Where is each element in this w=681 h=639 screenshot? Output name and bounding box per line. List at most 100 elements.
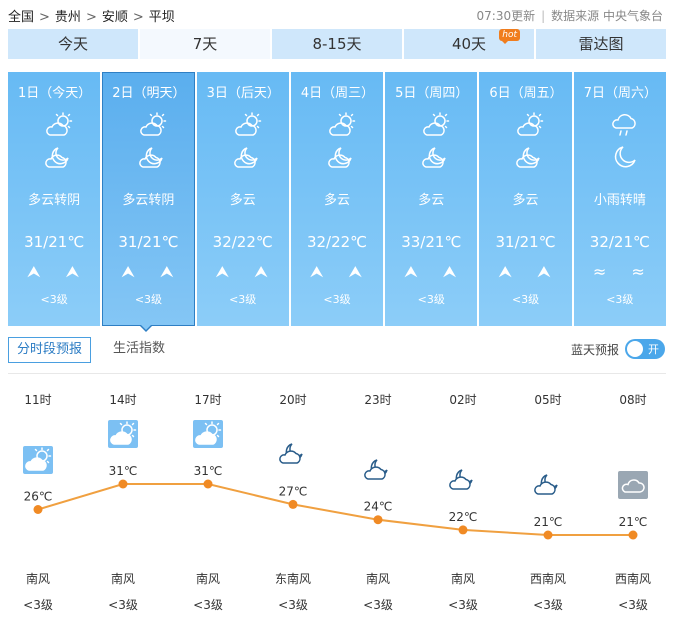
day-wind-level: <3级 <box>511 293 540 306</box>
hourly-column: 14时南风 <3级 <box>83 374 163 639</box>
breadcrumb-county: 平坝 <box>148 10 175 25</box>
day-date: 4日（周三） <box>300 86 375 101</box>
day-temperature: 32/22℃ <box>306 233 368 251</box>
hour-wind-level: <3级 <box>108 598 138 612</box>
hour-wind-direction: 南风 <box>25 572 50 586</box>
toggle-state: 开 <box>648 343 659 356</box>
breadcrumb-city[interactable]: 安顺 <box>102 10 128 25</box>
cloudy-night-icon <box>138 144 168 170</box>
detail-tabs: 分时段预报 生活指数 <box>8 337 173 363</box>
day-weather: 多云 <box>512 193 539 208</box>
tab-today[interactable]: 今天 <box>8 29 138 59</box>
cloudy-day-icon <box>515 112 545 138</box>
hourly-column: 20时 东南风 <3级 <box>253 374 333 639</box>
cloudy-day-icon <box>421 112 451 138</box>
hour-time: 14时 <box>109 393 137 407</box>
hourly-forecast: 26℃ 31℃ 31℃ 27℃ 24℃ 22℃ 21℃ 21℃ 11时 南风 <3级 14时 南风 <3… <box>0 374 681 639</box>
cloudy-night-icon <box>327 144 357 170</box>
hour-time: 11时 <box>24 393 52 407</box>
cloudy-day-icon <box>233 112 263 138</box>
hour-time: 05时 <box>534 393 562 407</box>
hourly-column: 11时南风 <3级 <box>0 374 78 639</box>
hourly-column: 02时南风 <3级 <box>423 374 503 639</box>
wind-direction-icon: ⮝ ⮝ <box>121 262 184 281</box>
hour-time: 23时 <box>364 393 392 407</box>
cloudy-day-icon <box>327 112 357 138</box>
hour-time: 08时 <box>619 393 647 407</box>
cloudy-night-icon <box>278 440 308 468</box>
day-temperature: 33/21℃ <box>401 233 462 251</box>
daily-forecast: 1日（今天） 多云转阴 31/21℃ ⮝ ⮝ <3级 2日（明天） 多云转阴 31/21℃ ⮝ … <box>8 72 666 326</box>
wind-direction-icon: ⮝ ⮝ <box>26 262 90 281</box>
day-wind-level: <3级 <box>417 293 445 306</box>
overcast-icon <box>618 471 648 499</box>
hour-wind-direction: 南风 <box>450 572 475 586</box>
wind-direction-icon: ⮝ ⮝ <box>215 262 278 281</box>
day-weather: 小雨转晴 <box>593 193 646 208</box>
wind-direction-icon: ⮝ ⮝ <box>309 262 373 281</box>
hour-time: 17时 <box>194 393 222 407</box>
tab-hourly-forecast[interactable]: 分时段预报 <box>8 337 92 363</box>
blue-sky-toggle-group: 蓝天预报 开 <box>571 338 665 360</box>
day-weather: 多云转阴 <box>28 193 81 208</box>
update-time: 07:30更新 <box>476 9 536 23</box>
day-card[interactable]: 3日（后天） 多云 32/22℃ ⮝ ⮝ <3级 <box>196 72 289 326</box>
tab-7days[interactable]: 7天 <box>140 29 270 59</box>
day-weather: 多云 <box>418 193 445 208</box>
day-temperature: 32/22℃ <box>212 233 273 251</box>
hour-wind-level: <3级 <box>278 598 308 612</box>
forecast-tabs: 今天 7天 8-15天 40天 hot 雷达图 <box>8 29 666 59</box>
hour-wind-level: <3级 <box>193 598 223 612</box>
day-card[interactable]: 1日（今天） 多云转阴 31/21℃ ⮝ ⮝ <3级 <box>8 72 101 326</box>
tab-40days[interactable]: 40天 hot <box>404 29 534 59</box>
cloudy-day-icon <box>108 420 138 448</box>
breadcrumb: 全国 > 贵州 > 安顺 > 平坝 <box>8 10 175 25</box>
day-temperature: 31/21℃ <box>24 233 85 251</box>
day-weather: 多云转阴 <box>122 193 175 208</box>
day-card[interactable]: 2日（明天） 多云转阴 31/21℃ ⮝ ⮝ <3级 <box>102 72 195 326</box>
wind-direction-icon: ⮝ ⮝ <box>404 262 467 281</box>
top-bar: 全国 > 贵州 > 安顺 > 平坝 07:30更新 | 数据来源 中央气象台 <box>0 0 681 28</box>
hour-wind-level: <3级 <box>448 598 478 612</box>
day-date: 6日（周五） <box>489 86 563 101</box>
blue-sky-toggle[interactable]: 开 <box>625 339 665 359</box>
day-wind-level: <3级 <box>40 293 68 306</box>
tab-life-index[interactable]: 生活指数 <box>105 337 173 363</box>
cloudy-day-icon <box>138 112 168 138</box>
day-wind-level: <3级 <box>606 293 634 306</box>
hourly-column: 05时 西南风 <3级 <box>508 374 588 639</box>
hour-time: 02时 <box>449 393 477 407</box>
breadcrumb-province[interactable]: 贵州 <box>55 10 81 25</box>
day-card[interactable]: 6日（周五） 多云 31/21℃ ⮝ ⮝ <3级 <box>479 72 572 326</box>
day-weather: 多云 <box>229 193 256 208</box>
day-wind-level: <3级 <box>323 293 351 306</box>
day-card[interactable]: 5日（周四） 多云 33/21℃ ⮝ ⮝ <3级 <box>385 72 478 326</box>
hour-wind-direction: 南风 <box>365 572 390 586</box>
day-temperature: 31/21℃ <box>118 233 179 251</box>
hour-wind-level: <3级 <box>363 598 393 612</box>
hour-wind-direction: 西南风 <box>614 572 651 586</box>
hourly-column: 23时南风 <3级 <box>338 374 418 639</box>
day-temperature: 31/21℃ <box>495 233 556 251</box>
hour-wind-direction: 南风 <box>110 572 135 586</box>
hour-wind-level: <3级 <box>23 598 53 612</box>
day-card[interactable]: 4日（周三） 多云 32/22℃ ⮝ ⮝ <3级 <box>290 72 384 326</box>
breadcrumb-country[interactable]: 全国 <box>8 10 34 25</box>
tab-8-15days[interactable]: 8-15天 <box>272 29 402 59</box>
cloudy-night-icon <box>44 144 74 170</box>
day-date: 5日（周四） <box>395 86 469 101</box>
data-source: 数据来源 中央气象台 <box>551 9 663 23</box>
cloudy-night-icon <box>533 471 563 499</box>
cloudy-day-icon <box>44 112 74 138</box>
cloudy-night-icon <box>515 144 545 170</box>
cloudy-night-icon <box>363 456 393 484</box>
day-card[interactable]: 7日（周六） 小雨转晴 32/21℃ ≈ ≈ <3级 <box>573 72 666 326</box>
cloudy-night-icon <box>421 144 451 170</box>
hourly-column: 08时 西南风 <3级 <box>593 374 673 639</box>
cloudy-night-icon <box>448 466 478 494</box>
day-date: 7日（周六） <box>583 86 657 101</box>
tab-radar[interactable]: 雷达图 <box>536 29 666 59</box>
moon-icon <box>610 144 640 170</box>
hour-wind-direction: 西南风 <box>529 572 566 586</box>
update-meta: 07:30更新 | 数据来源 中央气象台 <box>476 9 663 23</box>
